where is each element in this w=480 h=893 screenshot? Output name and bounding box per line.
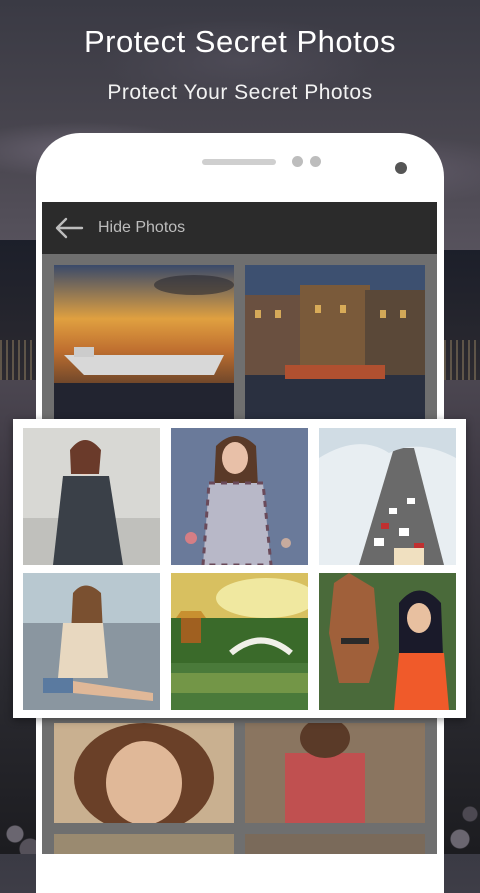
background-city-right [438, 250, 480, 380]
photo-tile-woman-sitting[interactable] [23, 573, 160, 710]
hidden-photos-card [13, 419, 466, 718]
phone-sensor [310, 156, 321, 167]
app-bar: Hide Photos [42, 202, 437, 254]
photo-tile-woman-coat[interactable] [23, 428, 160, 565]
phone-front-camera [395, 162, 407, 174]
photo-tile-highway-snow[interactable] [319, 428, 456, 565]
phone-speaker [202, 159, 276, 165]
phone-sensor [292, 156, 303, 167]
photo-tile-woman-plaid[interactable] [171, 428, 308, 565]
background-city-left [0, 240, 40, 380]
arrow-left-icon[interactable] [54, 216, 84, 240]
promo-title: Protect Secret Photos [83, 24, 397, 59]
photo-thumbnail[interactable] [245, 834, 425, 854]
photo-thumbnail-woman-basket[interactable] [245, 723, 425, 823]
promo-subtitle: Protect Your Secret Photos [107, 81, 373, 104]
photo-thumbnail-girl-hair[interactable] [54, 723, 234, 823]
photo-thumbnail-boat-sunset[interactable] [54, 265, 234, 419]
photo-thumbnail-canal-night[interactable] [245, 265, 425, 419]
photo-tile-pagoda-lake[interactable] [171, 573, 308, 710]
photo-tile-woman-horse[interactable] [319, 573, 456, 710]
app-bar-title: Hide Photos [98, 219, 186, 236]
photo-thumbnail[interactable] [54, 834, 234, 854]
